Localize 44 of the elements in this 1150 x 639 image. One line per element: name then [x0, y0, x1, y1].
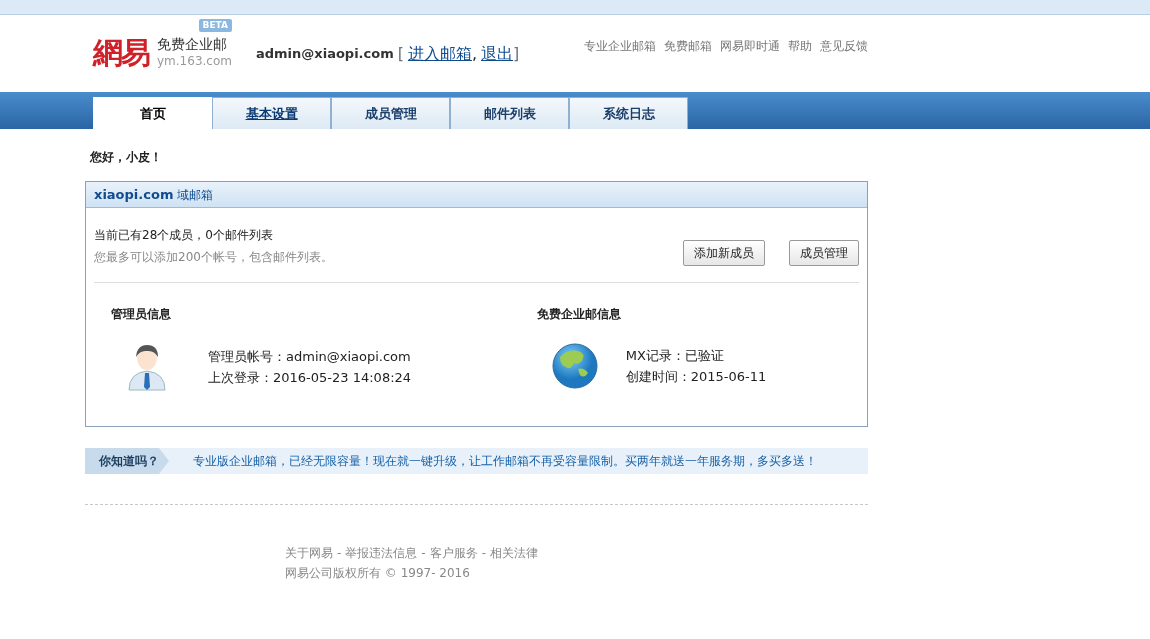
greeting-text: 您好，小皮！: [90, 149, 163, 166]
footer-link[interactable]: 客户服务: [429, 546, 478, 560]
nav-tab[interactable]: 首页: [93, 97, 212, 129]
bracket-text: ]: [513, 43, 520, 63]
nav-link[interactable]: 帮助: [788, 37, 812, 55]
panel-title: xiaopi.com 域邮箱: [94, 185, 214, 204]
limit-hint: 您最多可以添加200个帐号，包含邮件列表。: [94, 249, 333, 266]
product-name: 免费企业邮: [157, 36, 228, 53]
info-line: 上次登录：2016-05-23 14:08:24: [208, 369, 412, 387]
action-button[interactable]: 成员管理: [789, 240, 859, 266]
nav-tab[interactable]: 邮件列表: [450, 97, 569, 129]
nav-tab[interactable]: 基本设置: [212, 97, 331, 129]
nav-link[interactable]: 意见反馈: [820, 37, 868, 55]
user-icon: [126, 343, 168, 391]
tip-label: 你知道吗？: [85, 448, 169, 474]
nav-link[interactable]: 专业企业邮箱: [584, 37, 656, 55]
info-line: MX记录：已验证: [625, 347, 725, 365]
account-link[interactable]: 退出: [481, 43, 514, 63]
nav-link[interactable]: 网易即时通: [720, 37, 780, 55]
footer-link[interactable]: 举报违法信息: [345, 546, 418, 560]
globe-icon: [551, 343, 598, 389]
nav-tab[interactable]: 成员管理: [331, 97, 450, 129]
account-link[interactable]: 进入邮箱: [407, 43, 472, 63]
copyright-text: 网易公司版权所有 © 1997- 2016: [285, 565, 471, 582]
action-button[interactable]: 添加新成员: [683, 240, 765, 266]
tip-text: 专业版企业邮箱，已经无限容量！现在就一键升级，让工作邮箱不再受容量限制。买两年就送一年服务期，多买多送！: [193, 453, 817, 470]
footer-link[interactable]: 相关法律: [490, 546, 539, 560]
nav-tab[interactable]: 系统日志: [569, 97, 688, 129]
bracket-text: [: [397, 43, 404, 63]
footer-link[interactable]: 关于网易: [285, 546, 333, 560]
info-line: 创建时间：2015-06-11: [625, 368, 767, 386]
separator-text: -: [421, 546, 426, 560]
beta-badge: BETA: [198, 18, 232, 33]
info-line: 管理员帐号：admin@xiaopi.com: [208, 348, 412, 366]
nav-link[interactable]: 免费邮箱: [664, 37, 712, 55]
separator-text: -: [337, 546, 342, 560]
section-title: 免费企业邮信息: [536, 306, 622, 323]
member-summary: 当前已有28个成员，0个邮件列表: [94, 227, 274, 244]
logo-text: 網易: [93, 38, 149, 69]
domain-text: ym.163.com: [157, 53, 232, 71]
separator-text: -: [481, 546, 487, 560]
comma-text: ,: [471, 43, 478, 63]
account-email: admin@xiaopi.com: [255, 44, 394, 63]
section-title: 管理员信息: [111, 306, 172, 323]
